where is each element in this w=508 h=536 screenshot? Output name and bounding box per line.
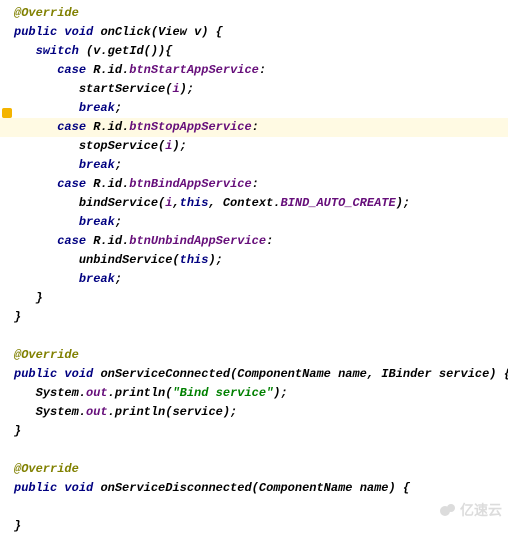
method-params: (View v) {: [151, 25, 223, 39]
highlighted-line: case R.id.btnStopAppService:: [0, 118, 508, 137]
case-post: :: [259, 63, 266, 77]
stmt: bindService(: [79, 196, 165, 210]
const: BIND_AUTO_CREATE: [280, 196, 395, 210]
case-pre: R.id.: [86, 234, 129, 248]
out: out: [86, 405, 108, 419]
kw-public: public: [14, 367, 57, 381]
suggestion-bulb-icon[interactable]: [2, 108, 12, 118]
brace: }: [14, 310, 21, 324]
annotation: @Override: [14, 462, 79, 476]
brace: }: [14, 519, 21, 533]
case-post: :: [252, 177, 259, 191]
annotation: @Override: [14, 6, 79, 20]
case-post: :: [266, 234, 273, 248]
kw-void: void: [64, 367, 93, 381]
method-name: onServiceConnected: [100, 367, 230, 381]
stmt-end: );: [273, 386, 287, 400]
method-name: onClick: [100, 25, 150, 39]
semi: ;: [115, 101, 122, 115]
stmt-end: );: [180, 82, 194, 96]
case-id: btnBindAppService: [129, 177, 251, 191]
watermark: 亿速云: [440, 500, 502, 520]
method-params: (ComponentName name) {: [252, 481, 410, 495]
comma: ,: [172, 196, 179, 210]
kw-break: break: [79, 158, 115, 172]
case-pre: R.id.: [86, 120, 129, 134]
string-literal: "Bind service": [172, 386, 273, 400]
brace: }: [14, 424, 21, 438]
kw-case: case: [57, 234, 86, 248]
stmt: System.: [36, 386, 86, 400]
kw-this: this: [180, 253, 209, 267]
brace: }: [36, 291, 43, 305]
kw-public: public: [14, 25, 57, 39]
kw-this: this: [180, 196, 209, 210]
cloud-icon: [440, 503, 456, 517]
stmt: unbindService(: [79, 253, 180, 267]
semi: ;: [115, 158, 122, 172]
kw-void: void: [64, 481, 93, 495]
kw-case: case: [57, 120, 86, 134]
stmt-end: .println(service);: [108, 405, 238, 419]
case-pre: R.id.: [86, 63, 129, 77]
case-id: btnUnbindAppService: [129, 234, 266, 248]
stmt: .println(: [108, 386, 173, 400]
kw-case: case: [57, 177, 86, 191]
stmt-end: );: [172, 139, 186, 153]
stmt-end: );: [208, 253, 222, 267]
semi: ;: [115, 215, 122, 229]
method-name: onServiceDisconnected: [100, 481, 251, 495]
kw-void: void: [64, 25, 93, 39]
case-post: :: [252, 120, 259, 134]
kw-break: break: [79, 101, 115, 115]
semi: ;: [115, 272, 122, 286]
stmt-end: );: [396, 196, 410, 210]
arg-i: i: [172, 82, 179, 96]
stmt-mid: , Context.: [208, 196, 280, 210]
kw-case: case: [57, 63, 86, 77]
watermark-text: 亿速云: [460, 500, 502, 520]
kw-break: break: [79, 272, 115, 286]
stmt: System.: [36, 405, 86, 419]
switch-expr: (v.getId()){: [79, 44, 173, 58]
stmt: startService(: [79, 82, 173, 96]
out: out: [86, 386, 108, 400]
code-block: @Override public void onClick(View v) { …: [0, 0, 508, 536]
method-params: (ComponentName name, IBinder service) {: [230, 367, 508, 381]
kw-public: public: [14, 481, 57, 495]
kw-break: break: [79, 215, 115, 229]
annotation: @Override: [14, 348, 79, 362]
stmt: stopService(: [79, 139, 165, 153]
case-id: btnStopAppService: [129, 120, 251, 134]
case-pre: R.id.: [86, 177, 129, 191]
case-id: btnStartAppService: [129, 63, 259, 77]
kw-switch: switch: [36, 44, 79, 58]
